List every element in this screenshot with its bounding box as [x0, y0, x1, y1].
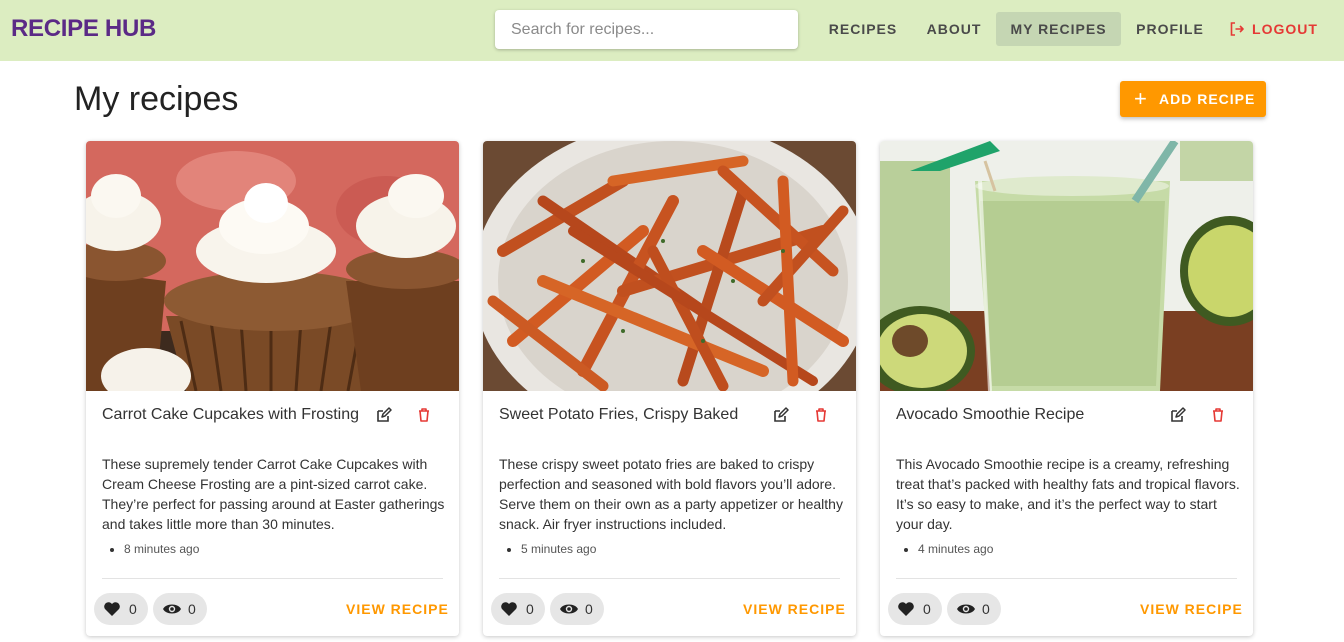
recipe-timestamp: 4 minutes ago	[904, 542, 993, 556]
recipe-description: These supremely tender Carrot Cake Cupca…	[102, 456, 445, 532]
page-title: My recipes	[74, 80, 239, 118]
recipe-timestamp: 5 minutes ago	[507, 542, 596, 556]
likes-chip[interactable]: 0	[888, 593, 942, 625]
recipe-timestamp: 8 minutes ago	[110, 542, 199, 556]
edit-icon[interactable]	[376, 407, 392, 423]
logout-icon	[1230, 22, 1244, 36]
avocado-smoothie-image	[880, 141, 1253, 391]
heart-icon	[898, 602, 914, 616]
likes-chip[interactable]: 0	[491, 593, 545, 625]
view-recipe-button[interactable]: VIEW RECIPE	[743, 601, 846, 617]
navbar: RECIPE HUB RECIPES ABOUT MY RECIPES PROF…	[0, 0, 1344, 61]
recipe-card: Sweet Potato Fries, Crispy Baked These c…	[483, 141, 856, 636]
heart-icon	[104, 602, 120, 616]
edit-icon[interactable]	[773, 407, 789, 423]
recipe-card: Avocado Smoothie Recipe This Avocado Smo…	[880, 141, 1253, 636]
nav-recipes[interactable]: RECIPES	[817, 12, 909, 46]
recipe-card: Carrot Cake Cupcakes with Frosting These…	[86, 141, 459, 636]
eye-icon	[560, 604, 578, 614]
recipe-description: These crispy sweet potato fries are bake…	[499, 456, 843, 532]
likes-chip[interactable]: 0	[94, 593, 148, 625]
likes-count: 0	[923, 601, 931, 617]
nav-profile[interactable]: PROFILE	[1125, 12, 1215, 46]
card-divider	[102, 578, 443, 579]
search-input[interactable]	[495, 10, 798, 49]
views-chip[interactable]: 0	[947, 593, 1001, 625]
add-recipe-button[interactable]: + ADD RECIPE	[1120, 81, 1266, 117]
eye-icon	[957, 604, 975, 614]
likes-count: 0	[129, 601, 137, 617]
search-box[interactable]	[495, 10, 798, 49]
nav-my-recipes[interactable]: MY RECIPES	[996, 12, 1121, 46]
brand-logo[interactable]: RECIPE HUB	[11, 15, 156, 43]
edit-icon[interactable]	[1170, 407, 1186, 423]
recipe-title[interactable]: Avocado Smoothie Recipe	[896, 406, 1084, 424]
delete-icon[interactable]	[1210, 407, 1226, 423]
nav-about[interactable]: ABOUT	[915, 12, 993, 46]
likes-count: 0	[526, 601, 534, 617]
card-divider	[499, 578, 840, 579]
plus-icon: +	[1134, 86, 1148, 111]
card-divider	[896, 578, 1237, 579]
delete-icon[interactable]	[813, 407, 829, 423]
views-count: 0	[188, 601, 196, 617]
add-recipe-label: ADD RECIPE	[1159, 91, 1256, 107]
recipe-title[interactable]: Carrot Cake Cupcakes with Frosting	[102, 406, 359, 424]
views-count: 0	[585, 601, 593, 617]
views-count: 0	[982, 601, 990, 617]
delete-icon[interactable]	[416, 407, 432, 423]
recipe-title[interactable]: Sweet Potato Fries, Crispy Baked	[499, 406, 738, 424]
recipe-description: This Avocado Smoothie recipe is a creamy…	[896, 456, 1240, 532]
heart-icon	[501, 602, 517, 616]
eye-icon	[163, 604, 181, 614]
sweet-potato-fries-image	[483, 141, 856, 391]
carrot-cake-cupcakes-image	[86, 141, 459, 391]
logout-button[interactable]: LOGOUT	[1227, 12, 1323, 46]
view-recipe-button[interactable]: VIEW RECIPE	[346, 601, 449, 617]
views-chip[interactable]: 0	[153, 593, 207, 625]
logout-label: LOGOUT	[1252, 21, 1318, 37]
views-chip[interactable]: 0	[550, 593, 604, 625]
view-recipe-button[interactable]: VIEW RECIPE	[1140, 601, 1243, 617]
